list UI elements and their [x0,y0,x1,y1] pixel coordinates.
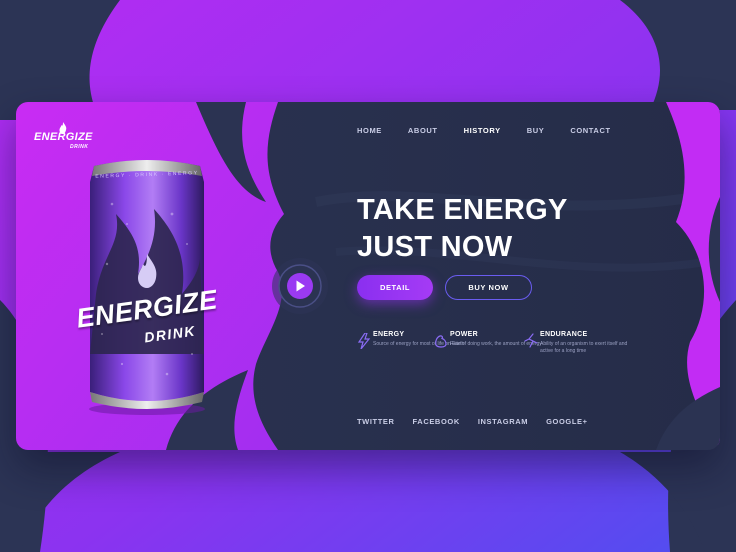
nav-item-contact[interactable]: CONTACT [570,126,610,140]
brand-logo[interactable]: ENERGIZE DRINK [34,122,94,158]
social-links: TWITTER FACEBOOK INSTAGRAM GOOGLE+ [357,417,606,426]
hero-card: ENERGIZE DRINK ENERGY · DRINK · ENERGY E… [16,102,720,450]
feature-power: POWER Rate of doing work, the amount of … [434,331,542,361]
hero-line-1: TAKE ENERGY [357,194,568,226]
nav-item-buy[interactable]: BUY [527,126,545,140]
feature-endurance: ENDURANCE Ability of an organism to exer… [524,331,627,361]
social-twitter[interactable]: TWITTER [357,417,395,426]
runner-icon [524,333,538,348]
muscle-icon [435,335,447,348]
main-nav: HOME ABOUT HISTORY BUY CONTACT [357,126,637,140]
buy-now-button[interactable]: BUY NOW [445,275,532,300]
detail-button[interactable]: DETAIL [357,275,433,300]
hero-line-2: JUST NOW [357,231,513,263]
feature-title: POWER [450,331,478,338]
can-illustration [89,160,205,415]
nav-item-home[interactable]: HOME [357,126,382,140]
feature-title: ENERGY [373,331,405,338]
social-google-plus[interactable]: GOOGLE+ [546,417,588,426]
lightning-icon [357,333,371,349]
feature-title: ENDURANCE [540,331,588,338]
nav-item-history[interactable]: HISTORY [464,126,501,140]
social-instagram[interactable]: INSTAGRAM [478,417,528,426]
logo-wordmark: ENERGIZE [34,131,93,143]
product-can: ENERGY · DRINK · ENERGY ENERGIZE DRINK [72,154,222,416]
hero-headline: TAKE ENERGY JUST NOW [357,192,677,266]
logo-subtitle: DRINK [70,144,89,150]
feature-desc: Ability of an organism to exert itself a… [540,341,628,354]
social-facebook[interactable]: FACEBOOK [413,417,460,426]
play-video-button[interactable] [271,257,329,315]
nav-item-about[interactable]: ABOUT [408,126,438,140]
